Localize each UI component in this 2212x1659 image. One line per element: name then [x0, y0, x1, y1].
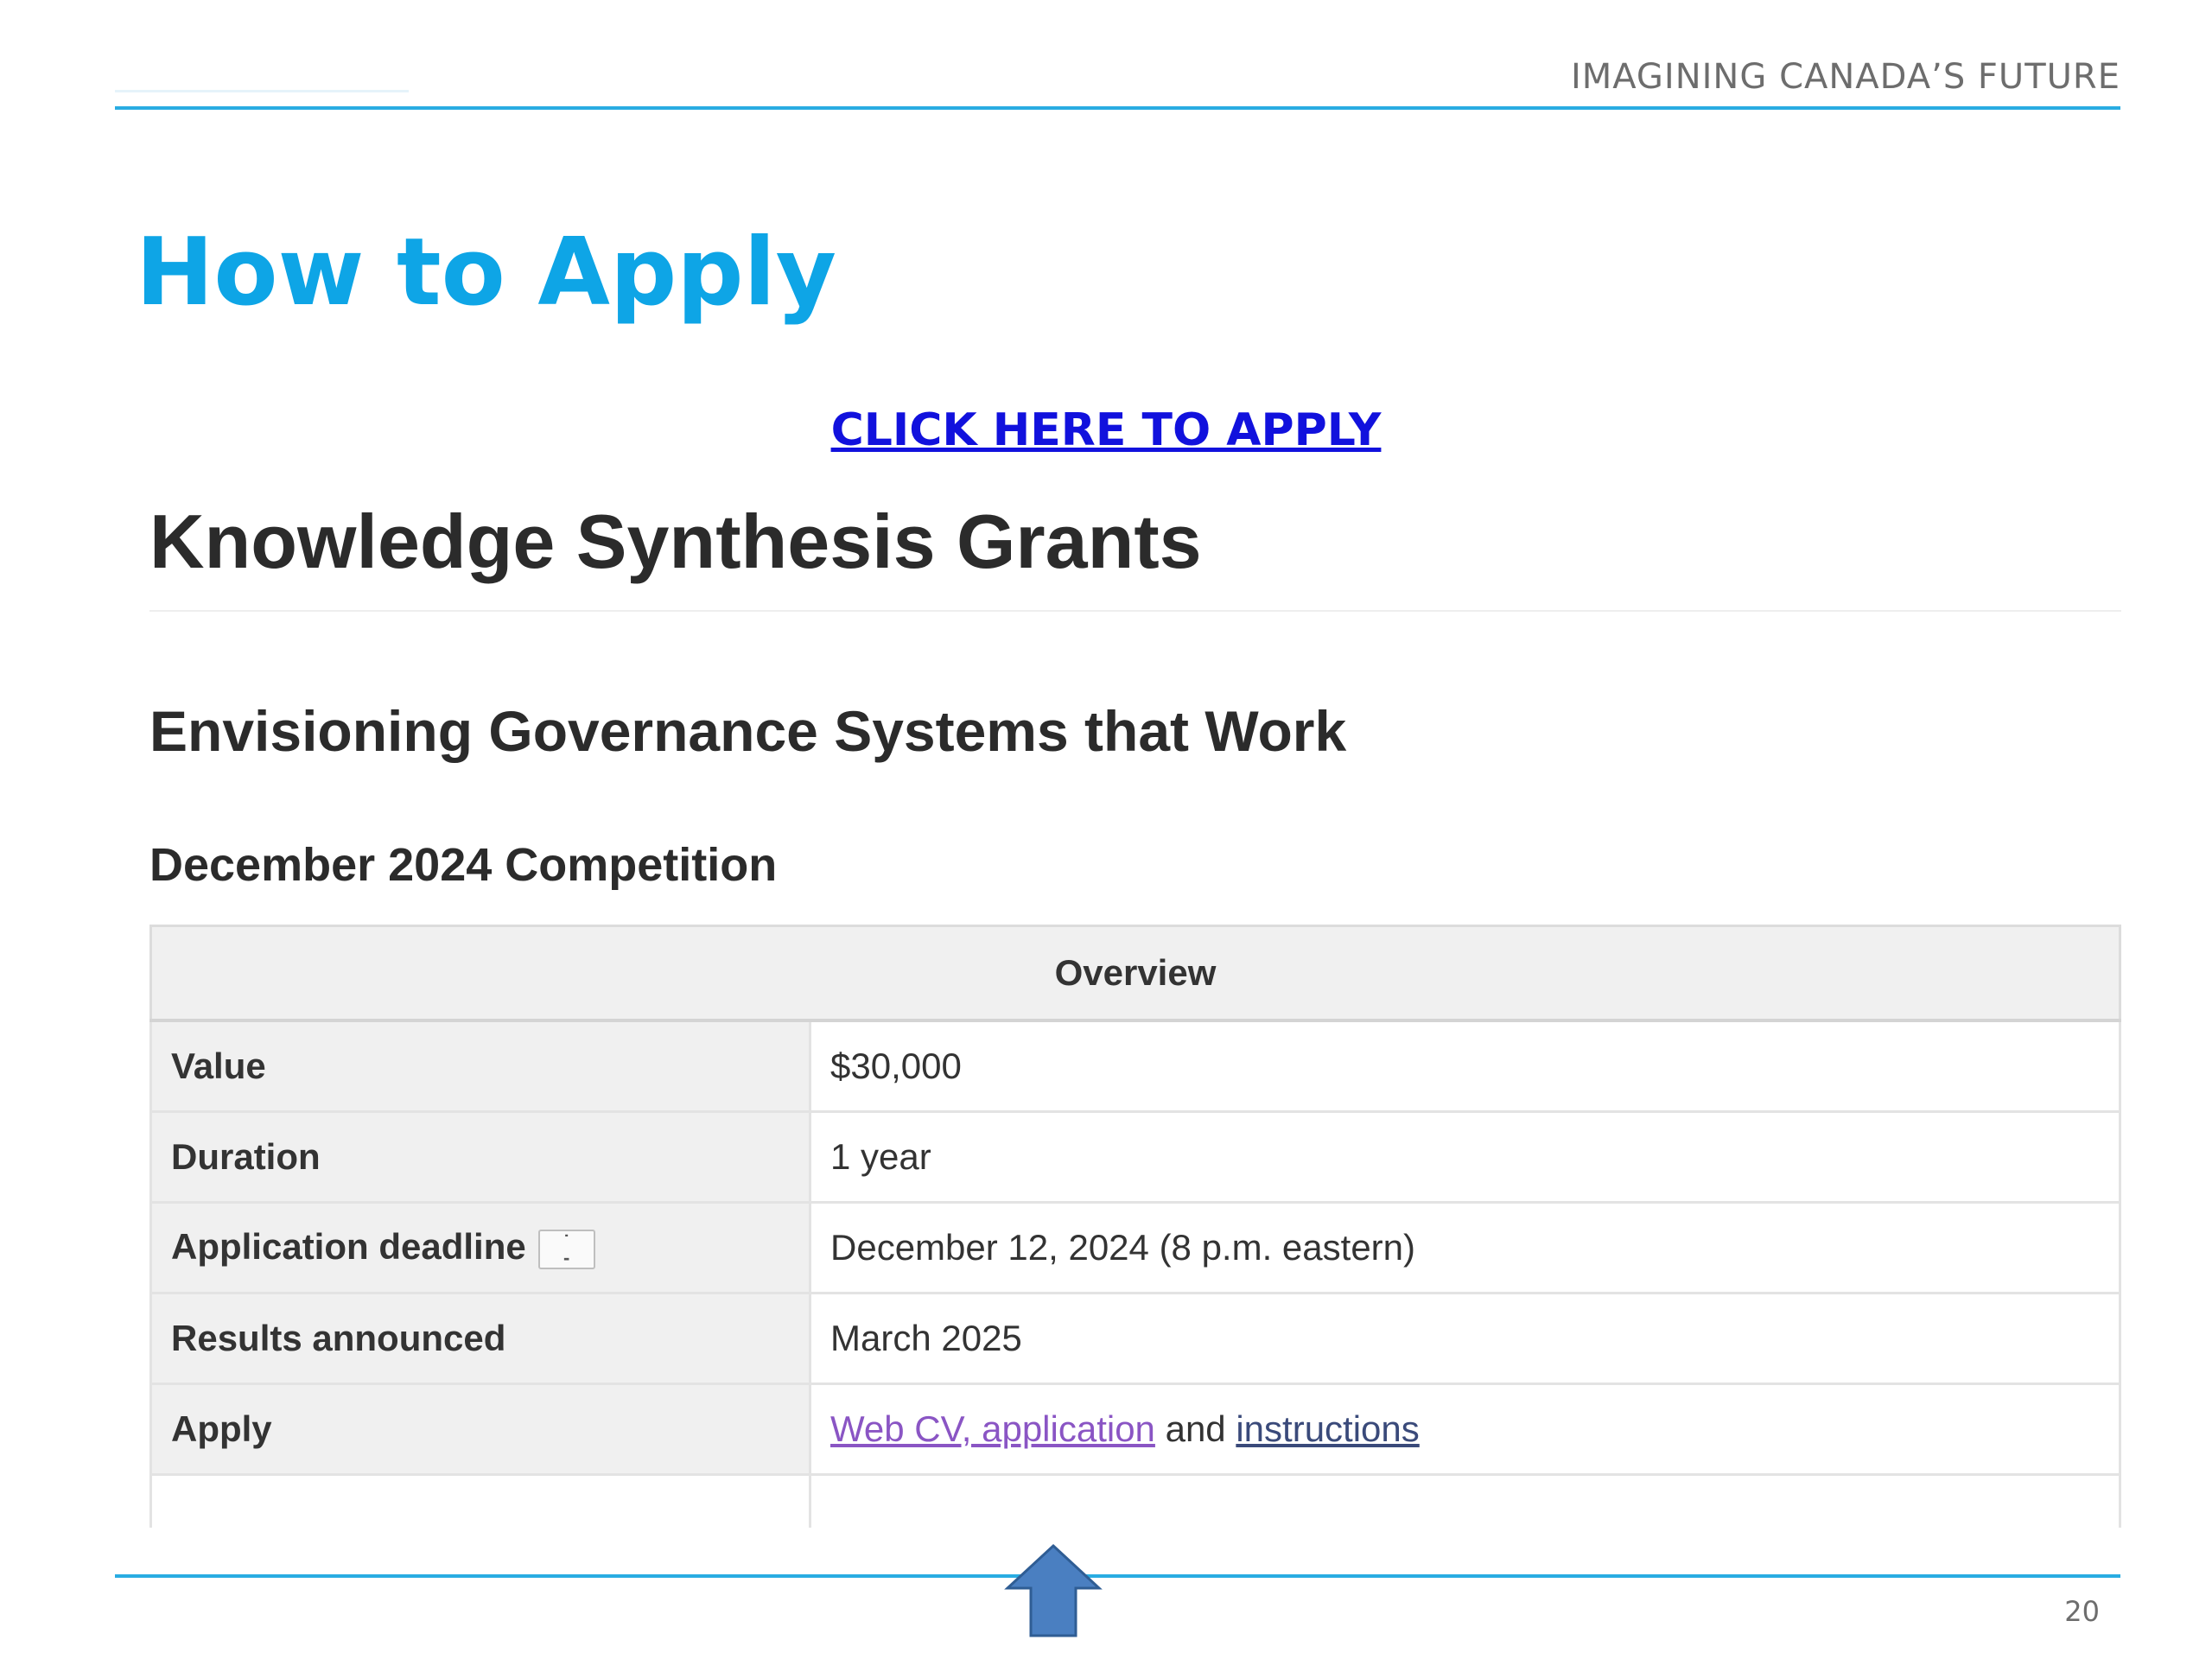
row-value-apply: Web CV, application and instructions: [809, 1382, 2121, 1476]
overview-table: Overview Value $30,000 Duration 1 year A…: [149, 925, 2121, 1528]
row-value-value: $30,000: [809, 1019, 2121, 1113]
footer-divider: [115, 1574, 2120, 1578]
header-divider: [115, 106, 2120, 110]
row-value-duration: 1 year: [809, 1110, 2121, 1204]
click-here-to-apply-link[interactable]: CLICK HERE TO APPLY: [0, 405, 2212, 455]
slide-title: How to Apply: [136, 219, 837, 327]
row-value-results: March 2025: [809, 1292, 2121, 1385]
info-toggle-icon: ˙ -: [563, 1230, 570, 1268]
webpage-screenshot: Knowledge Synthesis Grants Envisioning G…: [149, 493, 2121, 1538]
table-header-row: Overview: [149, 925, 2121, 1022]
heading-divider: [149, 610, 2121, 612]
table-row: Application deadline ˙ - December 12, 2024…: [149, 1201, 2121, 1294]
header-faint-mark: [115, 90, 409, 92]
filler-cell: [809, 1473, 2121, 1528]
web-cv-application-link[interactable]: Web CV, application: [830, 1408, 1155, 1449]
row-label-deadline-cell: Application deadline ˙ -: [149, 1201, 811, 1294]
program-heading: Envisioning Governance Systems that Work: [149, 699, 1347, 763]
competition-heading: December 2024 Competition: [149, 839, 778, 891]
table-row: Results announced March 2025: [149, 1292, 2121, 1385]
row-value-deadline: December 12, 2024 (8 p.m. eastern): [809, 1201, 2121, 1294]
table-row: Value $30,000: [149, 1019, 2121, 1113]
overview-caption: Overview: [149, 925, 2121, 1022]
row-label-deadline: Application deadline: [171, 1226, 526, 1268]
row-label-apply: Apply: [149, 1382, 811, 1476]
presentation-slide: IMAGINING CANADA’S FUTURE How to Apply C…: [0, 0, 2212, 1659]
apply-connector-text: and: [1154, 1408, 1236, 1449]
instructions-link[interactable]: instructions: [1236, 1408, 1419, 1449]
page-heading: Knowledge Synthesis Grants: [149, 499, 1202, 584]
deadline-info-button[interactable]: ˙ -: [537, 1229, 595, 1269]
row-label-value: Value: [149, 1019, 811, 1113]
table-row: Apply Web CV, application and instructio…: [149, 1382, 2121, 1476]
table-row-partial: [149, 1473, 2121, 1528]
table-row: Duration 1 year: [149, 1110, 2121, 1204]
row-label-results: Results announced: [149, 1292, 811, 1385]
slide-header-text: IMAGINING CANADA’S FUTURE: [1570, 57, 2120, 97]
filler-cell: [149, 1473, 811, 1528]
page-number: 20: [2064, 1595, 2100, 1628]
row-label-duration: Duration: [149, 1110, 811, 1204]
up-arrow-icon: [1004, 1543, 1103, 1637]
